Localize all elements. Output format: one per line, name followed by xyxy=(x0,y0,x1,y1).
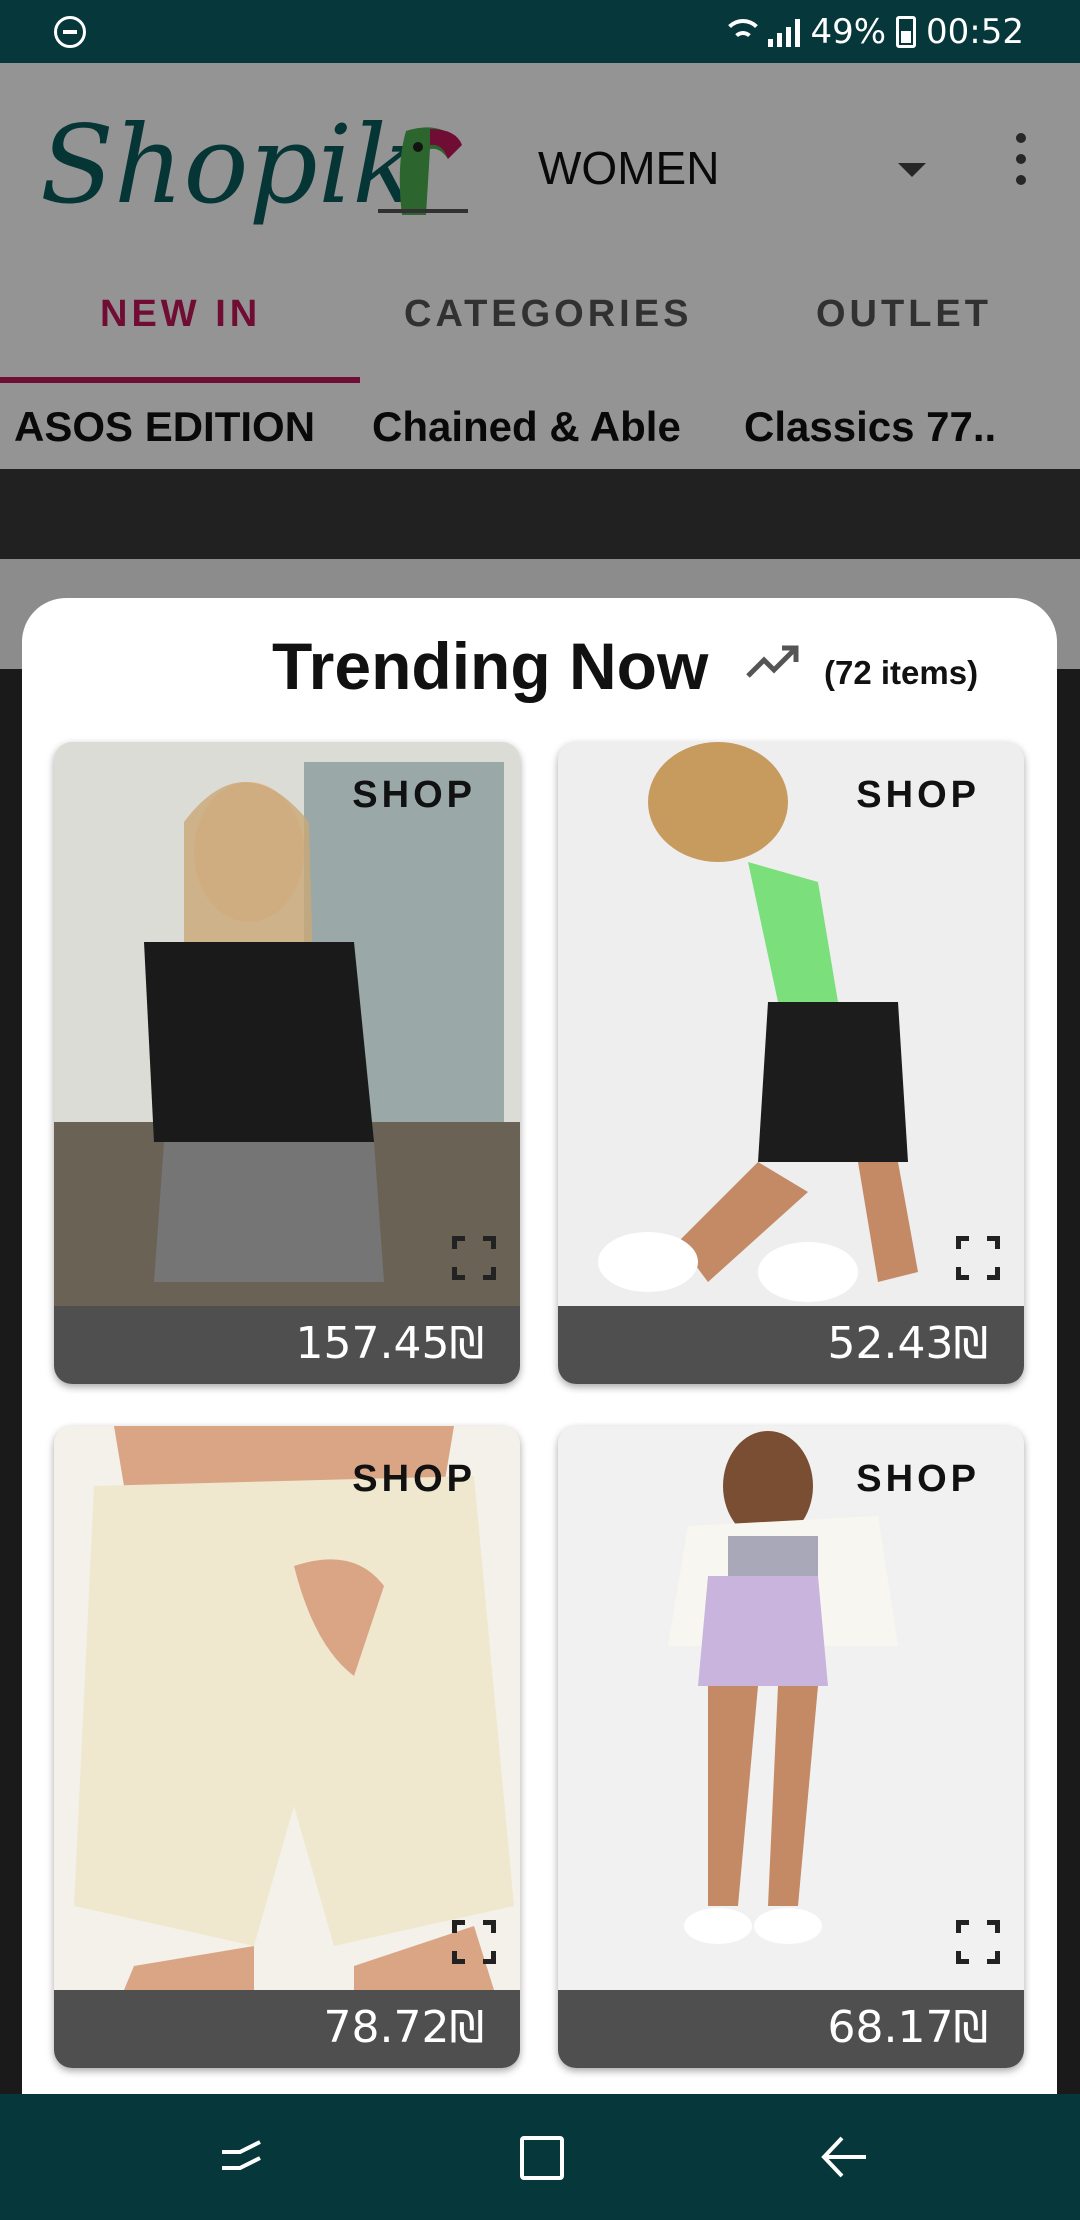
navigation-bar xyxy=(0,2094,1080,2220)
battery-icon xyxy=(896,16,917,48)
expand-icon[interactable] xyxy=(956,1236,1000,1280)
trending-now-popup: Trending Now (72 items) SHOP 157.45₪ SHO… xyxy=(22,598,1057,2094)
shop-label[interactable]: SHOP xyxy=(352,1458,476,1501)
product-price: 68.17₪ xyxy=(827,2002,988,2053)
wifi-icon xyxy=(720,17,765,47)
back-icon[interactable] xyxy=(820,2134,870,2180)
product-price: 78.72₪ xyxy=(323,2002,484,2053)
price-bar: 52.43₪ xyxy=(558,1306,1024,1384)
product-price: 52.43₪ xyxy=(827,1318,988,1369)
shop-label[interactable]: SHOP xyxy=(352,774,476,817)
product-card[interactable]: SHOP 52.43₪ xyxy=(558,742,1024,1384)
price-bar: 78.72₪ xyxy=(54,1990,520,2068)
product-image[interactable] xyxy=(54,742,520,1306)
trending-up-icon xyxy=(746,645,799,678)
price-bar: 68.17₪ xyxy=(558,1990,1024,2068)
item-count: (72 items) xyxy=(824,654,979,691)
product-card[interactable]: SHOP 157.45₪ xyxy=(54,742,520,1384)
product-card[interactable]: SHOP 78.72₪ xyxy=(54,1426,520,2068)
expand-icon[interactable] xyxy=(452,1236,496,1280)
product-image[interactable] xyxy=(54,1426,520,1990)
product-image[interactable] xyxy=(558,1426,1024,1990)
battery-percent: 49% xyxy=(810,12,887,52)
status-icons: 49% 00:52 xyxy=(720,10,1024,54)
shop-label[interactable]: SHOP xyxy=(856,1458,980,1501)
shop-label[interactable]: SHOP xyxy=(856,774,980,817)
signal-icon xyxy=(768,17,801,47)
do-not-disturb-icon xyxy=(54,16,86,48)
recent-apps-icon[interactable] xyxy=(220,2138,264,2178)
expand-icon[interactable] xyxy=(452,1920,496,1964)
expand-icon[interactable] xyxy=(956,1920,1000,1964)
product-card[interactable]: SHOP 68.17₪ xyxy=(558,1426,1024,2068)
price-bar: 157.45₪ xyxy=(54,1306,520,1384)
status-bar: 49% 00:52 xyxy=(0,0,1080,63)
home-icon[interactable] xyxy=(520,2136,564,2180)
clock: 00:52 xyxy=(926,12,1024,52)
product-image[interactable] xyxy=(558,742,1024,1306)
product-price: 157.45₪ xyxy=(295,1318,484,1369)
popup-title: Trending Now xyxy=(272,629,709,703)
